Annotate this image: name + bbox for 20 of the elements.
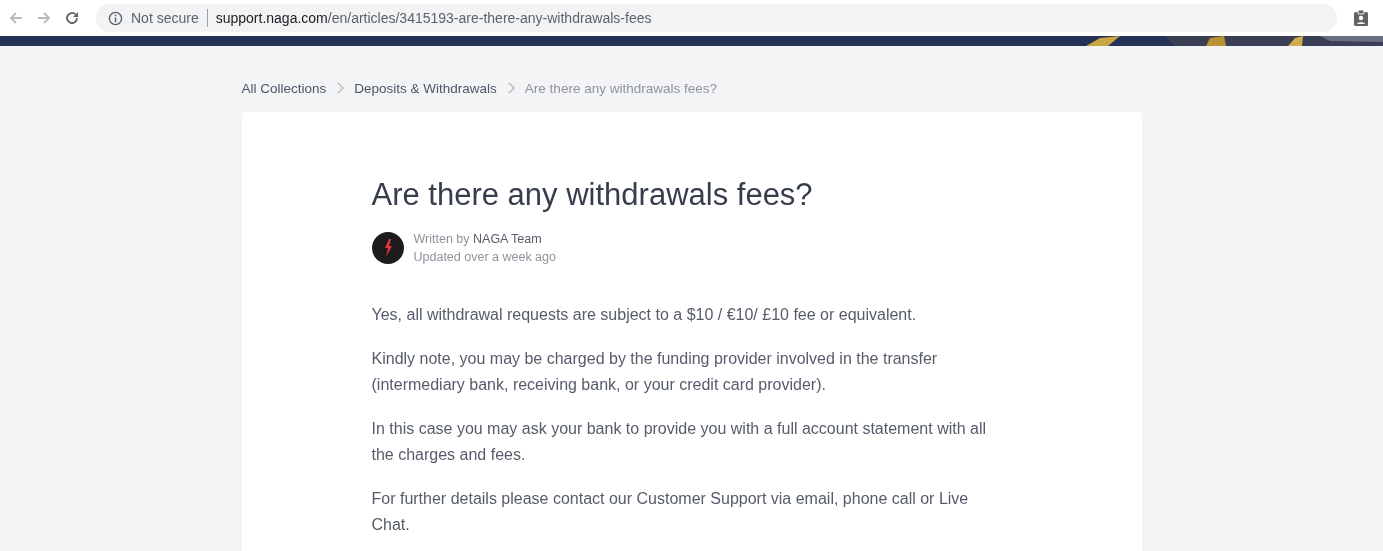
url-text: support.naga.com/en/articles/3415193-are-there-any-withdrawals-fees [215, 10, 652, 26]
breadcrumb-link[interactable]: Deposits & Withdrawals [354, 80, 497, 96]
security-label: Not secure [131, 10, 199, 26]
article-title: Are there any withdrawals fees? [371, 176, 814, 214]
author-name: NAGA Team [473, 232, 542, 246]
paragraph: Kindly note, you may be charged by the funding provider involved in the transfer (intermediary bank, receiving bank, or your credit card provider). [371, 349, 939, 395]
avatar-icon [371, 232, 404, 264]
paragraph: Yes, all withdrawal requests are subject to a $10 / €10/ £10 fee or equivalent. [371, 305, 918, 325]
breadcrumb-link[interactable]: All Collections [241, 80, 327, 96]
author-label: Written by [413, 232, 470, 246]
reload-icon[interactable] [64, 10, 80, 26]
chevron-icon [506, 82, 515, 94]
badge-icon[interactable] [1353, 9, 1369, 27]
address-bar[interactable]: Not secure support.naga.com/en/articles/3415193-are-there-any-withdrawals-fees [96, 4, 1337, 32]
info-icon [108, 10, 123, 26]
updated-text: Updated over a week ago [413, 249, 556, 266]
breadcrumb-current: Are there any withdrawals fees? [524, 80, 717, 96]
chevron-icon [336, 82, 345, 94]
paragraph: For further details please contact our Customer Support via email, phone call or Live Chat. [371, 489, 970, 535]
paragraph: In this case you may ask your bank to provide you with a full account statement with all the charges and fees. [371, 419, 988, 465]
